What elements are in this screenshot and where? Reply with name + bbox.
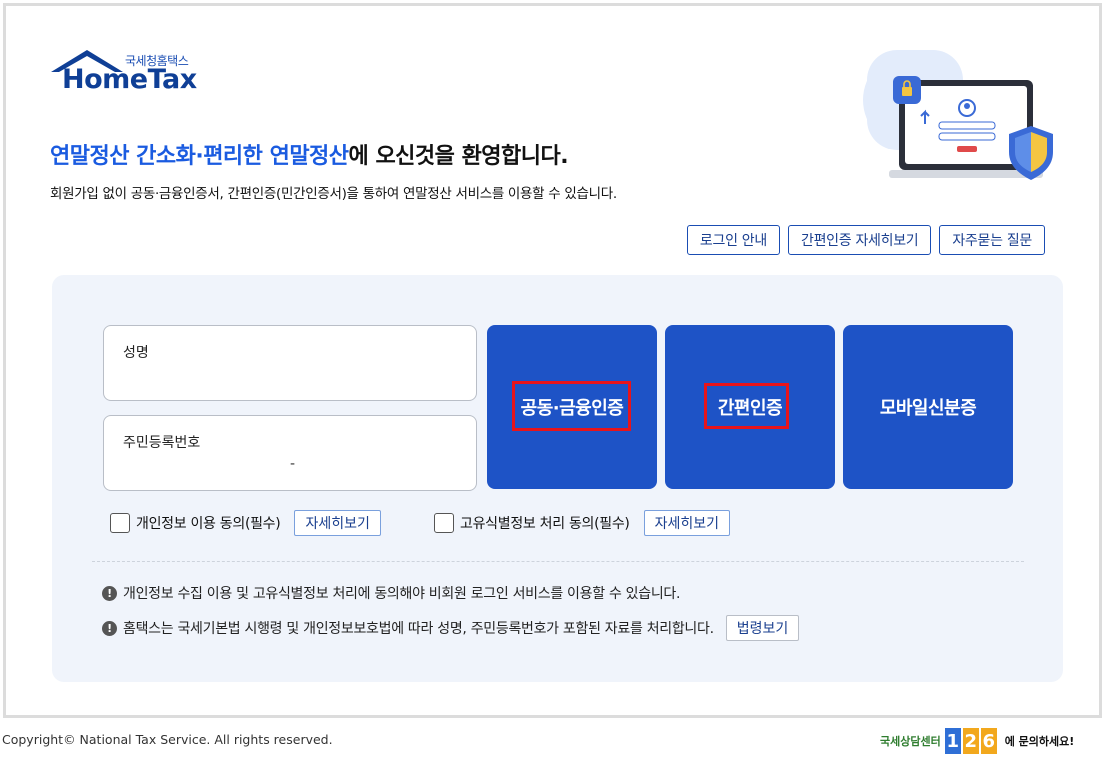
center-number: 1 2 6: [944, 728, 997, 754]
digit-6: 6: [980, 728, 997, 754]
rrn-separator: -: [290, 456, 296, 472]
rrn-label: 주민등록번호: [123, 435, 201, 451]
laptop-security-illustration: [863, 50, 1053, 180]
highlight-box: [704, 383, 789, 429]
copyright: Copyright© National Tax Service. All rig…: [2, 732, 333, 747]
digit-2: 2: [962, 728, 979, 754]
page-title: 연말정산 간소화·편리한 연말정산에 오신것을 환영합니다.: [50, 138, 569, 170]
privacy-agreement-label: 개인정보 이용 동의(필수): [136, 516, 281, 532]
name-label: 성명: [123, 345, 149, 361]
rrn-field[interactable]: 주민등록번호 -: [103, 415, 477, 491]
unique-id-checkbox[interactable]: [434, 513, 454, 533]
exclamation-icon: !: [102, 585, 117, 601]
simple-auth-detail-button[interactable]: 간편인증 자세히보기: [787, 225, 932, 255]
divider: [92, 561, 1024, 562]
notice-legal-text: 홈택스는 국세기본법 시행령 및 개인정보보호법에 따라 성명, 주민등록번호가…: [123, 621, 714, 637]
title-highlight: 연말정산 간소화·편리한 연말정산: [50, 144, 349, 169]
privacy-detail-button[interactable]: 자세히보기: [294, 510, 381, 536]
center-label: 국세상담센터: [880, 735, 941, 748]
law-view-button[interactable]: 법령보기: [725, 615, 800, 641]
name-field[interactable]: 성명: [103, 325, 477, 401]
notice-legal: ! 홈택스는 국세기본법 시행령 및 개인정보보호법에 따라 성명, 주민등록번…: [102, 615, 800, 641]
digit-1: 1: [944, 728, 961, 754]
login-panel: 성명 주민등록번호 - 공동·금융인증 간편인증 모바일신분증 개인정보 이용 …: [52, 275, 1063, 682]
exclamation-icon: !: [102, 620, 117, 636]
simple-auth-button[interactable]: 간편인증: [665, 325, 835, 489]
mobile-id-label: 모바일신분증: [879, 398, 977, 419]
page-description: 회원가입 없이 공동·금융인증서, 간편인증(민간인증서)을 통하여 연말정산 …: [50, 186, 617, 202]
joint-financial-cert-button[interactable]: 공동·금융인증: [487, 325, 657, 489]
main-frame: 국세청홈택스 HomeTax 연말정산 간소화·편리한 연말정산에 오신것을 환…: [3, 3, 1102, 718]
unique-id-detail-button[interactable]: 자세히보기: [643, 510, 730, 536]
unique-id-agreement-label: 고유식별정보 처리 동의(필수): [460, 516, 630, 532]
notice-consent: ! 개인정보 수집 이용 및 고유식별정보 처리에 동의해야 비회원 로그인 서…: [102, 583, 680, 603]
title-rest: 에 오신것을 환영합니다.: [348, 144, 569, 169]
hometax-logo[interactable]: 국세청홈택스 HomeTax: [49, 48, 209, 104]
unique-id-agreement: 고유식별정보 처리 동의(필수) 자세히보기: [434, 510, 730, 536]
tax-consultation-center[interactable]: 국세상담센터 1 2 6 에 문의하세요!: [880, 728, 1074, 754]
privacy-agreement: 개인정보 이용 동의(필수) 자세히보기: [110, 510, 381, 536]
highlight-box: [512, 381, 631, 431]
top-button-group: 로그인 안내 간편인증 자세히보기 자주묻는 질문: [686, 225, 1045, 255]
logo-english-text: HomeTax: [62, 64, 197, 95]
privacy-checkbox[interactable]: [110, 513, 130, 533]
login-guide-button[interactable]: 로그인 안내: [686, 225, 780, 255]
notice-consent-text: 개인정보 수집 이용 및 고유식별정보 처리에 동의해야 비회원 로그인 서비스…: [123, 586, 681, 602]
center-suffix: 에 문의하세요!: [1004, 735, 1075, 748]
faq-button[interactable]: 자주묻는 질문: [939, 225, 1045, 255]
name-input[interactable]: [122, 362, 456, 390]
mobile-id-button[interactable]: 모바일신분증: [843, 325, 1013, 489]
